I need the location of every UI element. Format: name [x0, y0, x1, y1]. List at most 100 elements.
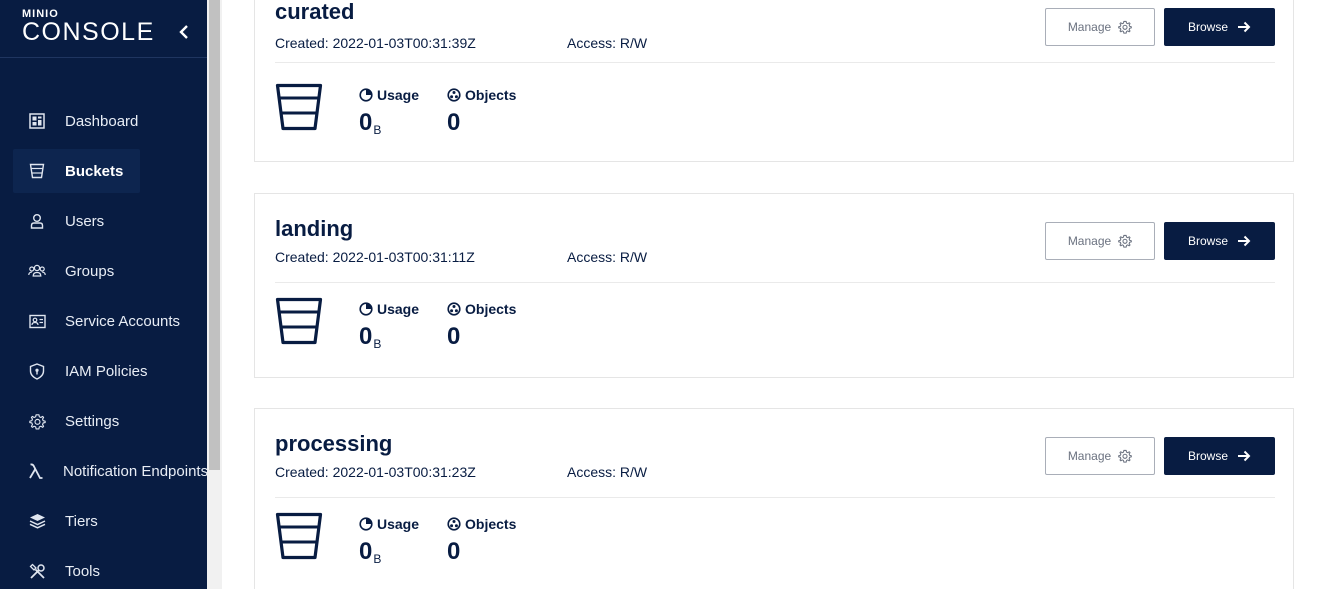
browse-button[interactable]: Browse — [1164, 222, 1275, 260]
bucket-created-date: Created: 2022-01-03T00:31:23Z — [275, 464, 476, 480]
objects-value: 0 — [447, 109, 461, 136]
minio-console-logo[interactable]: MINIO CONSOLE — [22, 9, 155, 46]
usage-stat: Usage 0B — [359, 301, 419, 351]
usage-unit: B — [373, 123, 382, 137]
bucket-card-processing[interactable]: processing Created: 2022-01-03T00:31:23Z… — [254, 408, 1294, 589]
layers-icon — [28, 512, 46, 530]
lambda-icon — [28, 462, 44, 480]
objects-stat: Objects 0 — [447, 516, 516, 566]
bucket-created-date: Created: 2022-01-03T00:31:11Z — [275, 249, 475, 265]
sidebar-item-label: Dashboard — [65, 112, 139, 130]
browse-button[interactable]: Browse — [1164, 437, 1275, 475]
sidebar-item-iam-policies[interactable]: IAM Policies — [0, 346, 207, 396]
sidebar-item-tiers[interactable]: Tiers — [0, 496, 207, 546]
sidebar-item-buckets[interactable]: Buckets — [0, 146, 207, 196]
objects-value: 0 — [447, 538, 461, 565]
bucket-icon — [275, 512, 323, 560]
sidebar-item-notification-endpoints[interactable]: Notification Endpoints — [0, 446, 207, 496]
card-divider — [275, 282, 1275, 283]
sidebar-item-label: Service Accounts — [65, 312, 181, 330]
usage-value: 0 — [359, 109, 373, 136]
sidebar-divider — [0, 57, 207, 58]
bucket-icon — [28, 162, 46, 180]
browse-button[interactable]: Browse — [1164, 8, 1275, 46]
gear-icon — [1118, 234, 1133, 248]
usage-label: Usage — [377, 87, 420, 103]
usage-label: Usage — [377, 301, 420, 317]
sidebar-item-label: IAM Policies — [65, 362, 148, 380]
logo-product: CONSOLE — [22, 18, 155, 46]
objects-icon — [447, 88, 461, 102]
bucket-name[interactable]: processing — [275, 431, 392, 457]
objects-value: 0 — [447, 323, 461, 350]
sidebar-item-users[interactable]: Users — [0, 196, 207, 246]
bucket-access: Access: R/W — [567, 464, 648, 480]
manage-button-label: Manage — [1067, 234, 1112, 248]
sidebar-item-tools[interactable]: Tools — [0, 546, 207, 589]
gear-icon — [28, 412, 46, 430]
groups-icon — [28, 262, 46, 280]
arrow-right-icon — [1238, 21, 1251, 33]
arrow-right-icon — [1238, 450, 1251, 462]
manage-button-label: Manage — [1067, 20, 1112, 34]
manage-button[interactable]: Manage — [1045, 437, 1155, 475]
bucket-icon — [275, 83, 323, 131]
sidebar: MINIO CONSOLE Dashboard Buckets Users Gr… — [0, 0, 207, 589]
bucket-access: Access: R/W — [567, 35, 648, 51]
usage-stat: Usage 0B — [359, 516, 419, 566]
gear-icon — [1118, 449, 1133, 463]
gear-icon — [1118, 20, 1133, 34]
sidebar-item-label: Tools — [65, 562, 101, 580]
objects-label: Objects — [465, 516, 517, 532]
dashboard-icon — [28, 112, 46, 130]
manage-button[interactable]: Manage — [1045, 8, 1155, 46]
sidebar-nav: Dashboard Buckets Users Groups Service A… — [0, 96, 207, 589]
sidebar-item-dashboard[interactable]: Dashboard — [0, 96, 207, 146]
pie-chart-icon — [359, 88, 373, 102]
objects-label: Objects — [465, 87, 517, 103]
usage-stat: Usage 0B — [359, 87, 419, 137]
bucket-created-date: Created: 2022-01-03T00:31:39Z — [275, 35, 476, 51]
bucket-name[interactable]: curated — [275, 0, 354, 25]
bucket-name[interactable]: landing — [275, 216, 353, 242]
sidebar-scrollbar[interactable] — [207, 0, 222, 589]
browse-button-label: Browse — [1187, 449, 1228, 463]
bucket-icon — [275, 297, 323, 345]
browse-button-label: Browse — [1187, 20, 1228, 34]
sidebar-item-label: Buckets — [65, 162, 124, 180]
browse-button-label: Browse — [1187, 234, 1228, 248]
objects-label: Objects — [465, 301, 517, 317]
arrow-right-icon — [1238, 235, 1251, 247]
card-divider — [275, 497, 1275, 498]
usage-label: Usage — [377, 516, 420, 532]
objects-icon — [447, 302, 461, 316]
sidebar-item-groups[interactable]: Groups — [0, 246, 207, 296]
manage-button-label: Manage — [1067, 449, 1112, 463]
sidebar-item-label: Groups — [65, 262, 115, 280]
collapse-sidebar-button[interactable] — [174, 22, 194, 42]
pie-chart-icon — [359, 517, 373, 531]
sidebar-item-settings[interactable]: Settings — [0, 396, 207, 446]
usage-value: 0 — [359, 323, 373, 350]
sidebar-item-label: Users — [65, 212, 105, 230]
tools-icon — [28, 562, 46, 580]
usage-unit: B — [373, 337, 382, 351]
bucket-card-landing[interactable]: landing Created: 2022-01-03T00:31:11Z Ac… — [254, 193, 1294, 378]
sidebar-item-service-accounts[interactable]: Service Accounts — [0, 296, 207, 346]
service-accounts-icon — [28, 312, 46, 330]
sidebar-item-label: Notification Endpoints — [63, 462, 207, 480]
shield-icon — [28, 362, 46, 380]
scrollbar-thumb[interactable] — [209, 0, 220, 470]
bucket-access: Access: R/W — [567, 249, 648, 265]
chevron-left-icon — [179, 25, 188, 39]
objects-icon — [447, 517, 461, 531]
sidebar-item-label: Settings — [65, 412, 120, 430]
user-icon — [28, 212, 46, 230]
manage-button[interactable]: Manage — [1045, 222, 1155, 260]
objects-stat: Objects 0 — [447, 301, 516, 351]
usage-value: 0 — [359, 538, 373, 565]
bucket-card-curated[interactable]: curated Created: 2022-01-03T00:31:39Z Ac… — [254, 0, 1294, 162]
objects-stat: Objects 0 — [447, 87, 516, 137]
sidebar-item-label: Tiers — [65, 512, 98, 530]
usage-unit: B — [373, 552, 382, 566]
